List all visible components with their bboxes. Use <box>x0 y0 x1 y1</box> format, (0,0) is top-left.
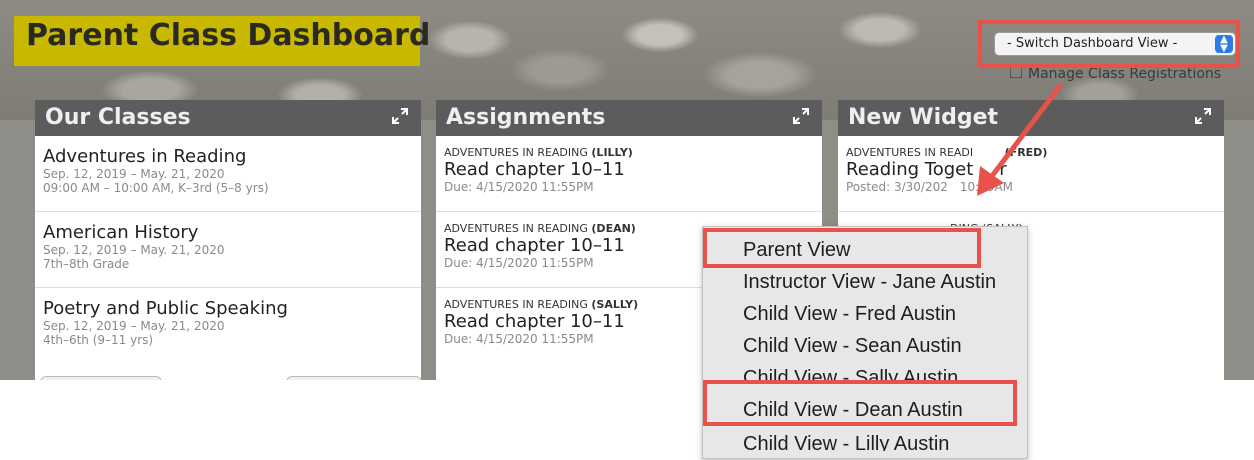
annotation-arrow-icon <box>977 83 1063 196</box>
